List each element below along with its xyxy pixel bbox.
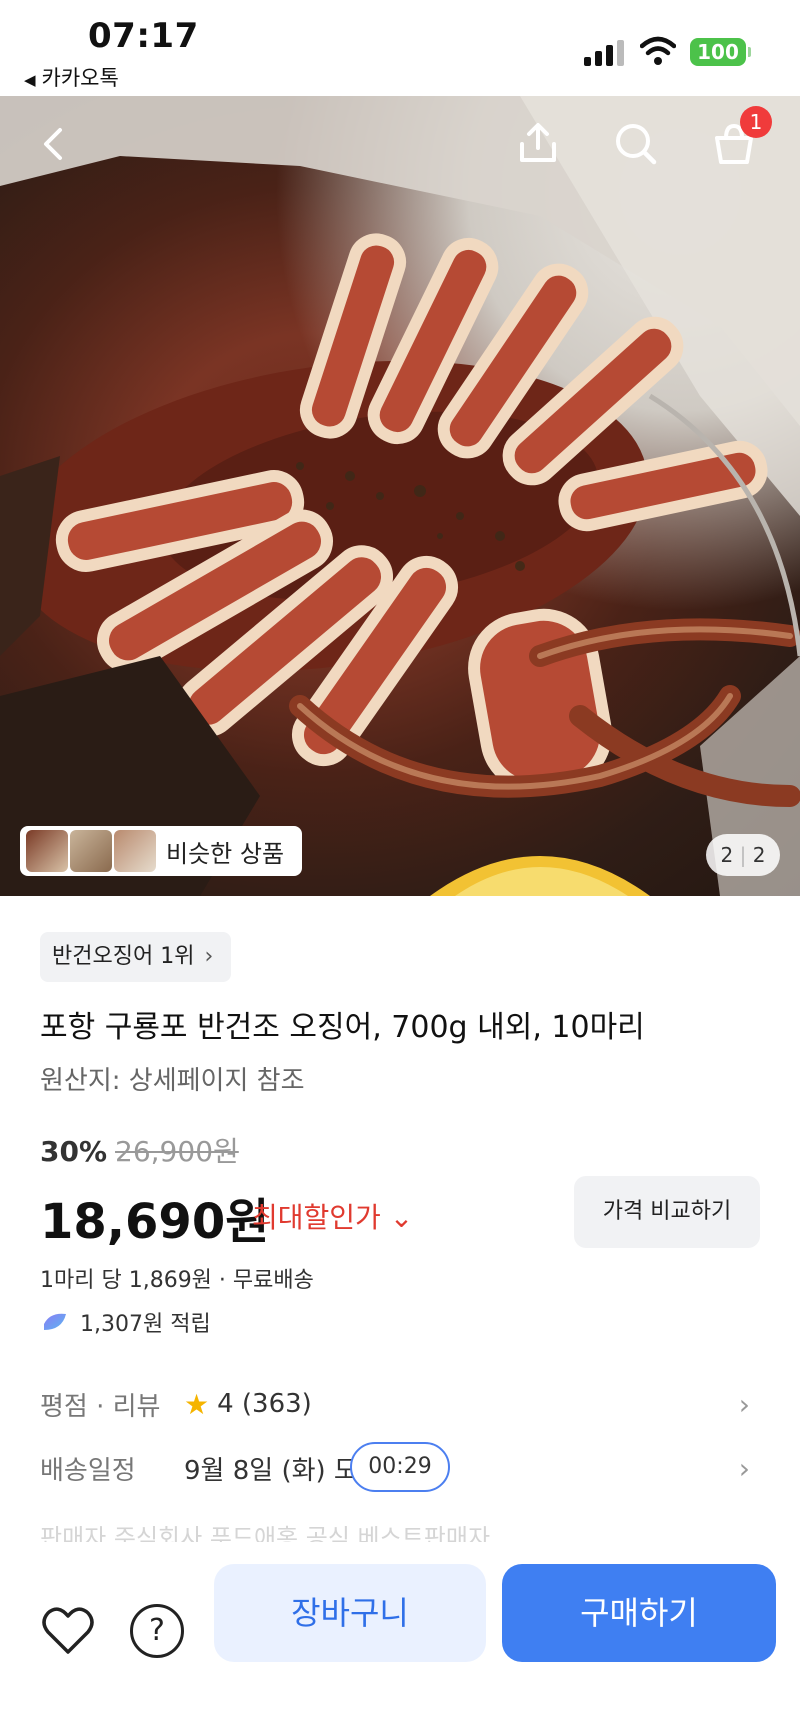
price-compare-button[interactable]: 가격 비교하기 — [574, 1176, 760, 1248]
share-icon[interactable] — [512, 118, 564, 170]
max-discount-dropdown[interactable]: 최대할인가 ⌄ — [252, 1196, 413, 1236]
shipping-value: 9월 8일 (화) 도 — [184, 1455, 358, 1486]
bottom-action-bar: ? 장바구니 구매하기 — [0, 1548, 800, 1731]
back-to-app-link[interactable]: ◀ 카카오톡 — [24, 62, 119, 92]
cart-count-badge: 1 — [740, 106, 772, 138]
delivery-countdown-timer: 00:29 — [350, 1442, 450, 1492]
status-bar: 07:17 ◀ 카카오톡 100 — [0, 0, 800, 96]
similar-thumb-2 — [70, 830, 112, 872]
squid-photo — [0, 96, 800, 896]
rating-review-row[interactable]: 평점 · 리뷰 ★ 4 (363) › — [40, 1384, 760, 1424]
points-label: 1,307원 적립 — [80, 1312, 211, 1337]
similar-products-button[interactable]: 비슷한 상품 — [20, 826, 302, 876]
help-question-icon[interactable]: ? — [130, 1604, 184, 1658]
wifi-icon — [640, 36, 676, 65]
sale-price: 18,690원 — [40, 1194, 270, 1250]
pager-total: 2 — [752, 843, 766, 867]
back-icon[interactable] — [28, 118, 80, 170]
rank-chip-label: 반건오징어 1위 — [52, 944, 195, 969]
product-image-carousel[interactable]: 1 비슷한 상품 2 | 2 — [0, 96, 800, 896]
product-origin: 원산지: 상세페이지 참조 — [40, 1066, 305, 1096]
pager-current: 2 — [720, 843, 734, 867]
chevron-right-icon: › — [738, 1387, 750, 1421]
signal-icon — [584, 40, 626, 66]
shipping-key: 배송일정 — [40, 1455, 136, 1486]
image-pager: 2 | 2 — [706, 834, 780, 876]
points-gem-icon — [44, 1313, 66, 1330]
chevron-right-icon: › — [738, 1451, 750, 1485]
product-title: 포항 구룡포 반건조 오징어, 700g 내외, 10마리 — [40, 1010, 645, 1045]
search-icon[interactable] — [610, 118, 662, 170]
original-price: 26,900원 — [115, 1135, 239, 1168]
add-to-cart-button[interactable]: 장바구니 — [214, 1564, 486, 1662]
back-triangle-icon: ◀ — [24, 71, 36, 89]
unit-price-shipping: 1마리 당 1,869원 · 무료배송 — [40, 1268, 314, 1293]
buy-now-button[interactable]: 구매하기 — [502, 1564, 776, 1662]
chevron-right-icon: › — [204, 944, 214, 969]
status-time: 07:17 — [88, 16, 199, 56]
pager-separator: | — [739, 843, 747, 867]
wishlist-heart-icon[interactable] — [40, 1604, 96, 1656]
category-rank-chip[interactable]: 반건오징어 1위 › — [40, 932, 232, 982]
reward-points: 1,307원 적립 — [40, 1306, 211, 1338]
back-app-label: 카카오톡 — [41, 66, 119, 90]
discount-percent: 30% — [40, 1135, 108, 1168]
rating-key: 평점 · 리뷰 — [40, 1391, 161, 1422]
star-icon: ★ — [184, 1387, 210, 1421]
seller-row-faded: 판매자 주식회사 푸드애홍 공식 베스트판매자 — [40, 1524, 491, 1542]
similar-thumb-3 — [114, 830, 156, 872]
rating-value: 4 (363) — [217, 1389, 312, 1419]
battery-icon: 100 — [690, 38, 751, 66]
similar-thumb-1 — [26, 830, 68, 872]
discount-line: 30% 26,900원 — [40, 1130, 239, 1170]
similar-products-label: 비슷한 상품 — [166, 839, 285, 868]
